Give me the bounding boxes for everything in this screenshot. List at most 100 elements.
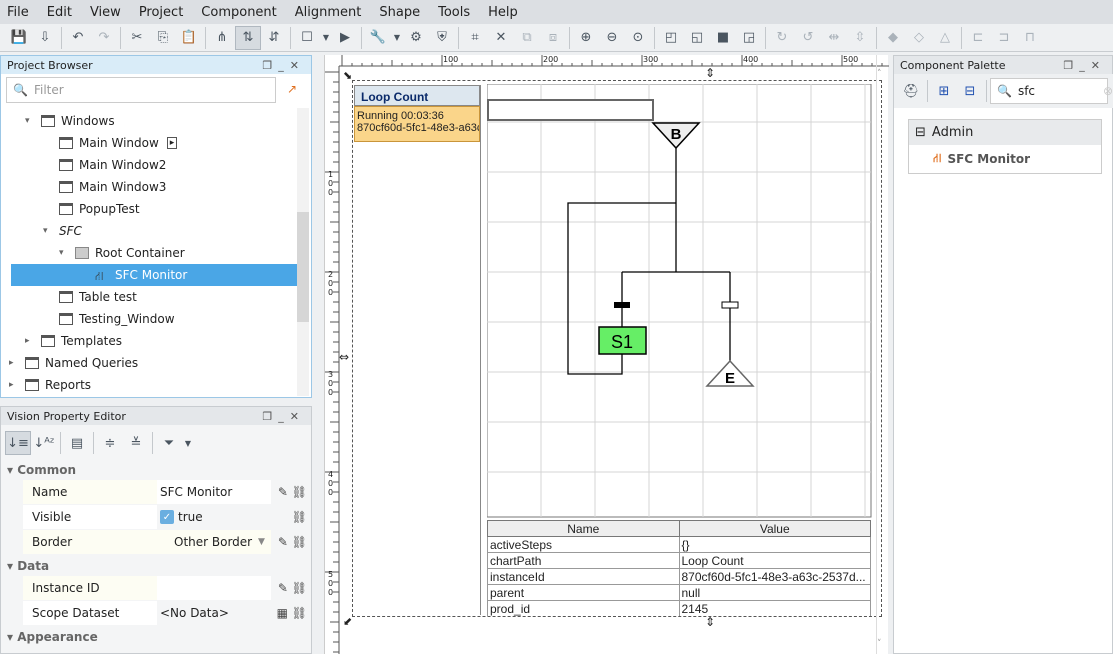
palette-item-sfc-monitor[interactable]: ⛙ SFC Monitor — [909, 145, 1101, 173]
undo-icon[interactable]: ↶ — [65, 26, 91, 50]
paste-icon[interactable]: 📋 — [176, 26, 202, 50]
border-select[interactable]: Other Border ▼ — [157, 530, 271, 554]
tree-item[interactable]: ▾ Root Container — [59, 242, 185, 264]
instance-id-value[interactable] — [157, 576, 271, 600]
menu-file[interactable]: File — [0, 5, 40, 20]
expand-arrow-icon[interactable]: ▾ — [43, 226, 55, 236]
expand-arrow-icon[interactable]: ▸ — [9, 358, 21, 368]
filter-icon[interactable]: ⏷ — [156, 431, 182, 455]
expand-all-icon[interactable]: ⊞ — [931, 79, 957, 103]
vertical-scrollbar[interactable]: ˄ ˅ — [876, 55, 888, 654]
menu-tools[interactable]: Tools — [431, 5, 481, 20]
tree-item[interactable]: ▾ SFC — [43, 220, 82, 242]
edit-binding-icons[interactable]: ✎ ⛓ — [271, 485, 311, 499]
dataset-viewer-link-icons[interactable]: ▦ ⛓ — [271, 606, 311, 620]
window-controls[interactable]: ❐_✕ — [1063, 59, 1106, 72]
column-header-name[interactable]: Name — [487, 520, 680, 537]
tree-item[interactable]: Main Window3 — [43, 176, 166, 198]
table-row[interactable]: activeSteps{} — [487, 536, 871, 553]
flip-vertical-icon[interactable]: ⇳ — [847, 26, 873, 50]
link-icon[interactable]: ⛓ — [271, 510, 311, 524]
clear-icon[interactable]: ⊗ — [1103, 84, 1113, 98]
zoom-out-icon[interactable]: ⊖ — [599, 26, 625, 50]
send-to-back-icon[interactable]: ◲ — [736, 26, 762, 50]
resize-handle-icon[interactable]: ⇕ — [705, 615, 715, 629]
menu-edit[interactable]: Edit — [40, 5, 83, 20]
designer-canvas[interactable]: 100 200 300 400 500 100 200 300 400 500 ⬊ ⇕ ⇕ ⇔ ⬋… — [324, 55, 889, 654]
menu-component[interactable]: Component — [194, 5, 287, 20]
palette-search-input[interactable]: 🔍 sfc ⊗ — [990, 78, 1113, 104]
window-icon[interactable]: ☐ — [294, 26, 320, 50]
window-controls[interactable]: ❐_✕ — [262, 410, 305, 423]
wrench-icon[interactable]: 🔧 — [365, 26, 391, 50]
section-appearance[interactable]: ▾ Appearance — [7, 630, 98, 644]
link-editor-icon[interactable]: ↗ — [287, 82, 297, 96]
tree-item[interactable]: Testing_Window — [43, 308, 175, 330]
list-view-icon[interactable]: ▤ — [64, 431, 90, 455]
tree-item[interactable]: Main Window ▸ — [43, 132, 178, 154]
zoom-in-icon[interactable]: ⊕ — [573, 26, 599, 50]
ungroup-icon[interactable]: ⧈ — [540, 26, 566, 50]
collapse-all-icon[interactable]: ⊟ — [957, 79, 983, 103]
table-row[interactable]: prod_id 2145 — [487, 600, 871, 616]
sort-categorized-icon[interactable]: ↓≡ — [5, 431, 31, 455]
save-publish-icon[interactable]: ⇩ — [32, 26, 58, 50]
redo-icon[interactable]: ↷ — [91, 26, 117, 50]
properties-gear-icon[interactable]: ⚙ — [403, 26, 429, 50]
column-header-value[interactable]: Value — [678, 520, 871, 537]
preview-play-icon[interactable]: ▶ — [332, 26, 358, 50]
tree-item[interactable]: Table test — [43, 286, 137, 308]
section-data[interactable]: ▾ Data — [7, 559, 49, 573]
intersect-icon[interactable]: △ — [932, 26, 958, 50]
table-row[interactable]: instanceId 870cf60d-5fc1-48e3-a63c-2537d.… — [487, 568, 871, 585]
filter-input[interactable]: 🔍 Filter — [6, 77, 276, 103]
menu-view[interactable]: View — [83, 5, 132, 20]
table-row[interactable]: parent null — [487, 584, 871, 601]
scope-dataset-value[interactable]: <No Data> — [157, 601, 271, 625]
table-row[interactable]: chartPath Loop Count — [487, 552, 871, 569]
edit-binding-icons[interactable]: ✎ ⛓ — [271, 581, 311, 595]
align-right-icon[interactable]: ⊐ — [991, 26, 1017, 50]
zoom-actual-icon[interactable]: ⊙ — [625, 26, 651, 50]
snap-icon[interactable]: ⋔ — [209, 26, 235, 50]
expand-arrow-icon[interactable]: ▾ — [25, 116, 37, 126]
cut-icon[interactable]: ✂ — [124, 26, 150, 50]
save-icon[interactable]: 💾 — [6, 26, 32, 50]
rotate-icon[interactable]: ↻ — [769, 26, 795, 50]
tree-item[interactable]: ▸ Named Queries — [9, 352, 138, 374]
menu-alignment[interactable]: Alignment — [288, 5, 373, 20]
resize-handle-icon[interactable]: ⇔ — [339, 350, 349, 364]
expand-all-icon[interactable]: ≑ — [97, 431, 123, 455]
menu-help[interactable]: Help — [481, 5, 529, 20]
send-backward-icon[interactable]: ◱ — [684, 26, 710, 50]
expand-arrow-icon[interactable]: ▸ — [25, 336, 37, 346]
anchor-mode-icon[interactable]: ⇵ — [261, 26, 287, 50]
expand-arrow-icon[interactable]: ▾ — [59, 248, 71, 258]
tree-item[interactable]: ▾ Windows — [25, 110, 115, 132]
tree-item[interactable]: PopupTest — [43, 198, 140, 220]
align-left-icon[interactable]: ⊏ — [965, 26, 991, 50]
collapse-all-icon[interactable]: ≚ — [123, 431, 149, 455]
expand-icon[interactable]: ✕ — [488, 26, 514, 50]
union-icon[interactable]: ◆ — [880, 26, 906, 50]
chart-instance-item[interactable]: Running 00:03:36 870cf60d-5fc1-48e3-a63c — [354, 106, 480, 142]
dropdown-icon[interactable]: ▼ — [391, 26, 403, 50]
tree-item[interactable]: ⛙ SFC Monitor — [11, 264, 297, 286]
security-shield-icon[interactable]: ⛨ — [429, 26, 455, 50]
bring-to-front-icon[interactable]: ■ — [710, 26, 736, 50]
open-window-icon[interactable]: ▸ — [166, 137, 178, 149]
variables-table[interactable]: Name Value activeSteps{} chartPath Loop Coun… — [487, 520, 872, 616]
size-to-fit-icon[interactable]: ⌗ — [462, 26, 488, 50]
scrollbar[interactable] — [297, 108, 309, 396]
dropdown-icon[interactable]: ▼ — [182, 431, 194, 455]
dropdown-icon[interactable]: ▼ — [320, 26, 332, 50]
bring-forward-icon[interactable]: ◰ — [658, 26, 684, 50]
resize-handle-icon[interactable]: ⇕ — [705, 66, 715, 80]
align-top-icon[interactable]: ⊓ — [1017, 26, 1043, 50]
difference-icon[interactable]: ◇ — [906, 26, 932, 50]
edit-binding-icons[interactable]: ✎ ⛓ — [271, 535, 311, 549]
expand-arrow-icon[interactable]: ▸ — [9, 380, 21, 390]
rotate-back-icon[interactable]: ↺ — [795, 26, 821, 50]
layout-mode-icon[interactable]: ⇅ — [235, 25, 261, 50]
palette-mode-icon[interactable]: ⛑ — [898, 79, 924, 103]
